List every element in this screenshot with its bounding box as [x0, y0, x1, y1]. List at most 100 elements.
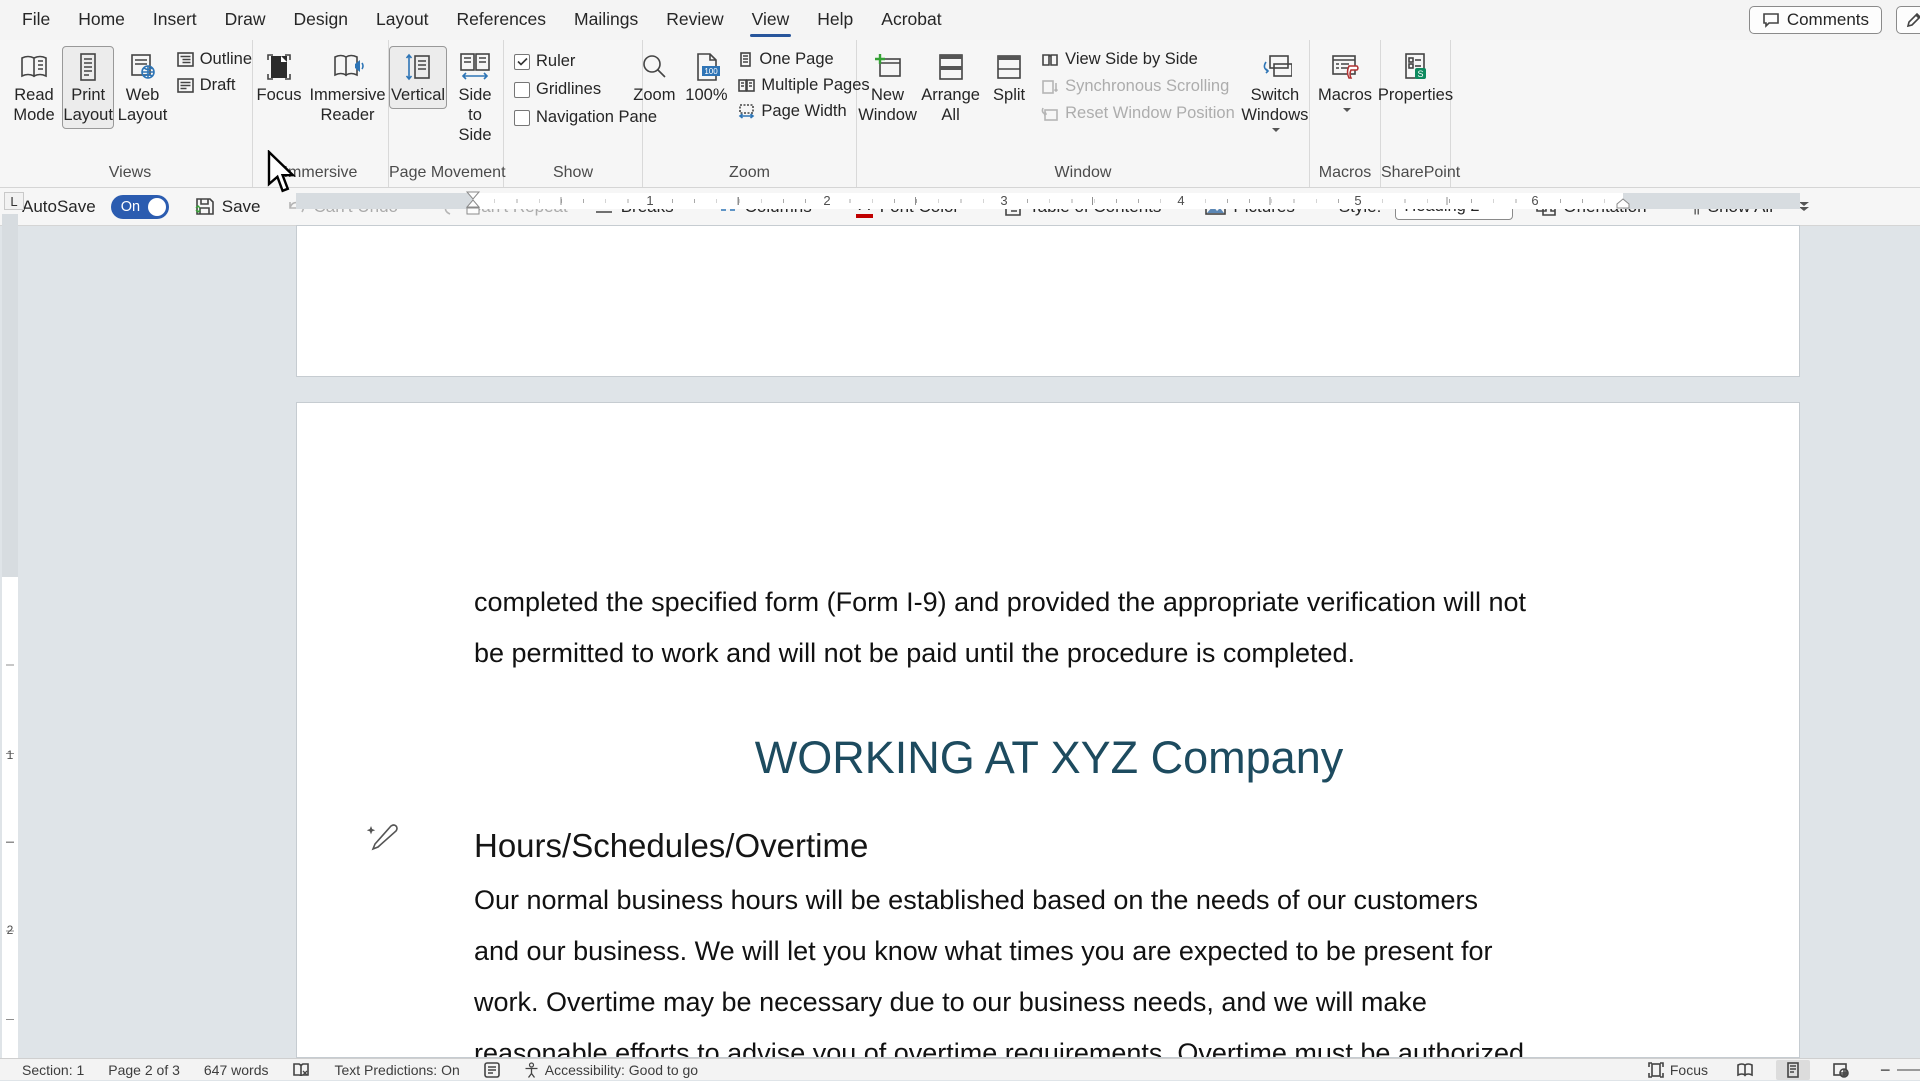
- menu-acrobat[interactable]: Acrobat: [867, 1, 955, 39]
- one-page-button[interactable]: One Page: [738, 50, 869, 69]
- document-title: WORKING AT XYZ Company: [474, 732, 1624, 784]
- menu-layout[interactable]: Layout: [362, 1, 443, 39]
- switch-windows-icon: [1258, 52, 1292, 82]
- indent-markers[interactable]: [464, 190, 482, 220]
- group-label-zoom: Zoom: [643, 164, 856, 187]
- comment-icon: [1762, 12, 1780, 28]
- view-print-layout-button[interactable]: [1776, 1060, 1810, 1080]
- properties-icon: S: [1400, 52, 1432, 82]
- right-indent-marker[interactable]: [1615, 198, 1631, 210]
- menu-home[interactable]: Home: [64, 1, 139, 39]
- status-text-predictions[interactable]: Text Predictions: On: [334, 1062, 459, 1078]
- group-label-page-movement: Page Movement: [389, 164, 503, 187]
- one-page-icon: [738, 52, 753, 67]
- zoom-out-button[interactable]: −: [1880, 1060, 1920, 1081]
- macros-button[interactable]: Macros: [1313, 46, 1377, 115]
- reset-window-position-icon: [1041, 107, 1059, 121]
- svg-text:S: S: [1417, 69, 1423, 79]
- comments-button[interactable]: Comments: [1749, 6, 1882, 34]
- menu-design[interactable]: Design: [280, 1, 362, 39]
- ribbon-group-show: Ruler Gridlines Navigation Pane Show: [504, 40, 643, 187]
- new-window-icon: [872, 52, 904, 82]
- chevron-down-icon: [1343, 108, 1351, 112]
- navigation-pane-checkbox[interactable]: Navigation Pane: [514, 108, 657, 127]
- page-2[interactable]: completed the specified form (Form I-9) …: [296, 402, 1800, 1058]
- menu-view[interactable]: View: [738, 1, 804, 39]
- vertical-ruler[interactable]: 1 2: [0, 214, 20, 1058]
- read-mode-button[interactable]: Read Mode: [8, 46, 60, 129]
- pencil-icon: [1905, 11, 1920, 29]
- checkbox-empty-icon: [514, 82, 530, 98]
- status-bar: Section: 1 Page 2 of 3 647 words Text Pr…: [0, 1058, 1920, 1080]
- side-to-side-icon: [458, 52, 492, 82]
- side-to-side-button[interactable]: Side to Side: [447, 46, 503, 148]
- view-side-by-side-button[interactable]: View Side by Side: [1041, 50, 1235, 69]
- status-word-count[interactable]: 647 words: [204, 1062, 269, 1078]
- status-accessibility[interactable]: Accessibility: Good to go: [524, 1062, 698, 1078]
- switch-windows-button[interactable]: Switch Windows: [1241, 46, 1309, 135]
- heading-2: Hours/Schedules/Overtime: [474, 827, 868, 865]
- zoom-icon: [639, 52, 669, 82]
- arrange-all-button[interactable]: Arrange All: [920, 46, 981, 129]
- view-side-by-side-icon: [1041, 53, 1059, 67]
- menu-insert[interactable]: Insert: [139, 1, 211, 39]
- proofing-errors-icon[interactable]: [292, 1062, 310, 1078]
- group-label-show: Show: [504, 164, 642, 187]
- draft-icon: [177, 78, 194, 93]
- split-icon: [994, 52, 1024, 82]
- ribbon-group-zoom: Zoom 100 100% One Page Multiple Pages Pa…: [643, 40, 857, 187]
- web-layout-button[interactable]: Web Layout: [116, 46, 168, 129]
- copilot-pen-icon[interactable]: [363, 818, 399, 854]
- focus-mode-button[interactable]: Focus: [1648, 1062, 1708, 1078]
- print-layout-button[interactable]: Print Layout: [62, 46, 114, 129]
- group-label-window: Window: [857, 164, 1309, 187]
- paragraph-line: work. Overtime may be necessary due to o…: [474, 987, 1427, 1018]
- paragraph-line: be permitted to work and will not be pai…: [474, 638, 1355, 669]
- paragraph-line: reasonable efforts to advise you of over…: [474, 1038, 1524, 1058]
- multiple-pages-button[interactable]: Multiple Pages: [738, 76, 869, 95]
- zoom-100-button[interactable]: 100 100%: [680, 46, 732, 109]
- properties-button[interactable]: S Properties: [1381, 46, 1450, 109]
- menu-references[interactable]: References: [443, 1, 561, 39]
- ribbon-group-page-movement: Vertical Side to Side Page Movement: [389, 40, 504, 187]
- page-1-bottom[interactable]: [296, 225, 1800, 377]
- paragraph-line: completed the specified form (Form I-9) …: [474, 587, 1526, 618]
- status-section[interactable]: Section: 1: [22, 1062, 84, 1078]
- print-layout-icon: [72, 52, 104, 82]
- split-button[interactable]: Split: [983, 46, 1035, 109]
- synchronous-scrolling-icon: [1041, 80, 1059, 94]
- focus-small-icon: [1648, 1062, 1664, 1078]
- editor-icon[interactable]: [484, 1062, 500, 1078]
- menu-help[interactable]: Help: [803, 1, 867, 39]
- web-layout-icon: [127, 52, 159, 82]
- immersive-reader-button[interactable]: Immersive Reader: [307, 46, 388, 129]
- outline-button[interactable]: Outline: [177, 50, 252, 69]
- checkbox-checked-icon: [514, 54, 530, 70]
- page-width-icon: [738, 104, 755, 119]
- new-window-button[interactable]: New Window: [857, 46, 918, 129]
- editing-button[interactable]: [1896, 6, 1920, 34]
- menu-review[interactable]: Review: [652, 1, 737, 39]
- ribbon-group-macros: Macros Macros: [1310, 40, 1381, 187]
- menu-draw[interactable]: Draw: [211, 1, 280, 39]
- draft-button[interactable]: Draft: [177, 76, 252, 95]
- view-web-layout-button[interactable]: [1824, 1060, 1858, 1080]
- mouse-cursor: [267, 150, 301, 196]
- view-read-mode-button[interactable]: [1728, 1060, 1762, 1080]
- checkbox-empty-icon: [514, 110, 530, 126]
- chevron-down-icon: [1272, 128, 1280, 132]
- focus-button[interactable]: Focus: [253, 46, 305, 109]
- zoom-button[interactable]: Zoom: [629, 46, 679, 109]
- arrange-all-icon: [936, 52, 966, 82]
- menu-file[interactable]: File: [8, 1, 64, 39]
- page-width-button[interactable]: Page Width: [738, 102, 869, 121]
- vertical-button[interactable]: Vertical: [389, 46, 447, 109]
- paragraph-line: and our business. We will let you know w…: [474, 936, 1493, 967]
- macros-icon: [1329, 52, 1361, 82]
- group-label-sharepoint: SharePoint: [1381, 164, 1450, 187]
- status-page[interactable]: Page 2 of 3: [108, 1062, 180, 1078]
- menu-mailings[interactable]: Mailings: [560, 1, 652, 39]
- comments-label: Comments: [1787, 10, 1869, 30]
- read-mode-icon: [18, 52, 50, 82]
- svg-text:100: 100: [705, 67, 719, 76]
